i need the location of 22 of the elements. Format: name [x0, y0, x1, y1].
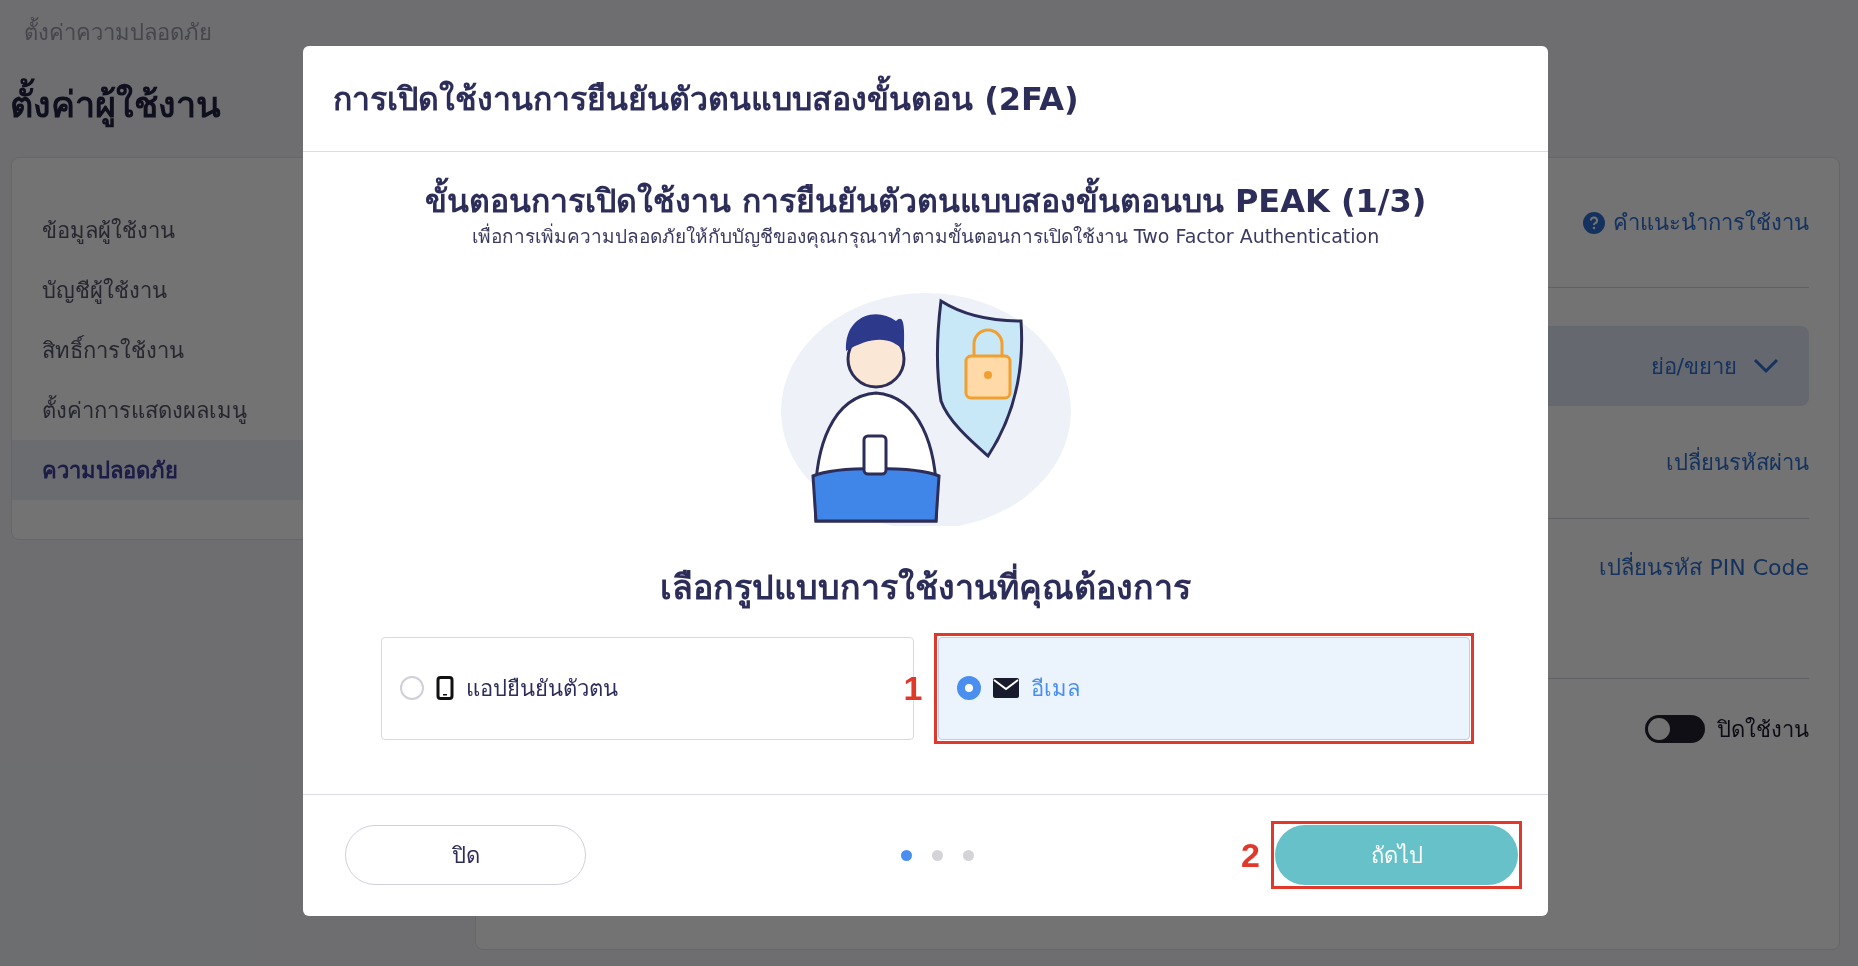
dialog-title: การเปิดใช้งานการยืนยันตัวตนแบบสองขั้นตอน (2FA)	[333, 74, 1079, 123]
phone-icon	[436, 676, 454, 700]
chevron-down-icon	[1753, 358, 1779, 374]
change-pin-link[interactable]: เปลี่ยนรหัส PIN Code	[1599, 551, 1809, 584]
change-password-link[interactable]: เปลี่ยนรหัสผ่าน	[1666, 445, 1809, 479]
close-button[interactable]: ปิด	[345, 825, 586, 885]
help-icon	[1583, 211, 1605, 234]
option-label: แอปยืนยันตัวตน	[466, 674, 618, 703]
radio-button[interactable]	[400, 676, 424, 700]
envelope-icon	[992, 678, 1019, 698]
option-label: อีเมล	[1030, 674, 1080, 703]
toggle-label: ปิดใช้งาน	[1717, 715, 1809, 744]
help-link[interactable]: คำแนะนำการใช้งาน	[1613, 206, 1809, 239]
radio-button[interactable]	[956, 676, 981, 700]
next-button[interactable]: ถัดไป	[1275, 825, 1518, 885]
annotation-number: 2	[1241, 834, 1260, 876]
collapse-toggle[interactable]: ย่อ/ขยาย	[1650, 349, 1737, 383]
step-description: เพื่อการเพิ่มความปลอดภัยให้กับบัญชีของคุณกรุณาทำตามขั้นตอนการเปิดใช้งาน Two Factor Authentication	[471, 222, 1380, 250]
toggle-switch[interactable]	[1645, 715, 1705, 743]
option-card[interactable]: อีเมล	[937, 636, 1470, 740]
choice-heading: เลือกรูปแบบการใช้งานที่คุณต้องการ	[660, 561, 1191, 613]
page-title: ตั้งค่าผู้ใช้งาน	[10, 78, 221, 132]
